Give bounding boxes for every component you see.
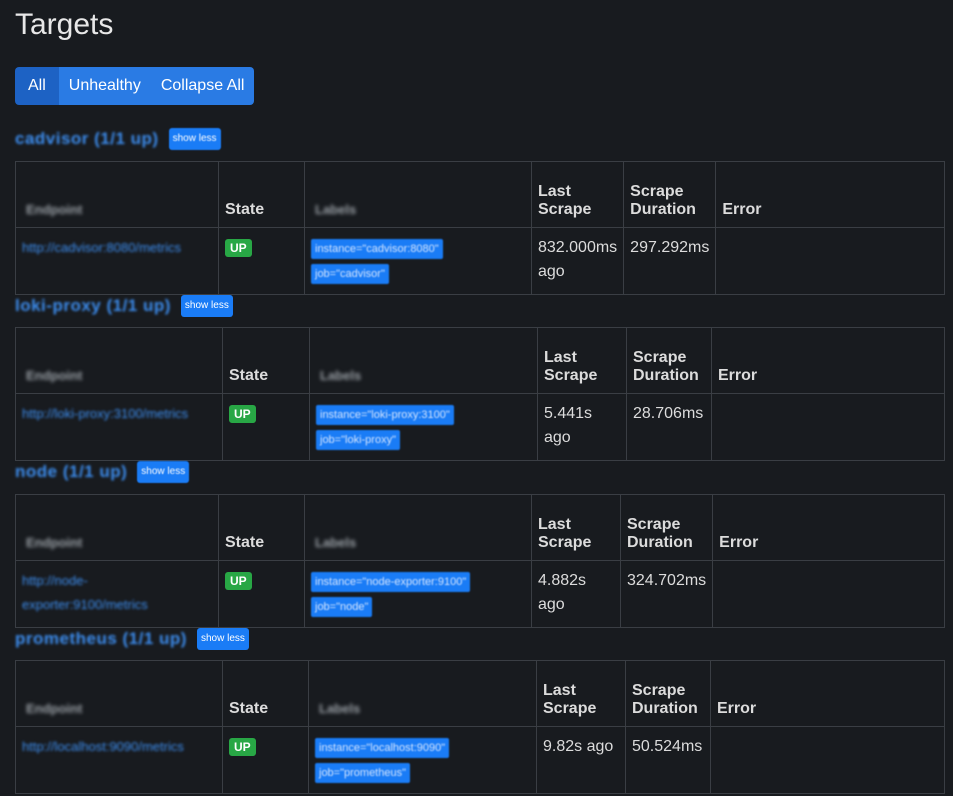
last-scrape-header: Last Scrape [530, 161, 625, 228]
state-header: State [218, 494, 305, 561]
endpoint-header: Endpoint [15, 494, 219, 561]
targets-table: Endpoint State Labels Last Scrape Scrape… [15, 161, 945, 295]
duration-header: Scrape Duration [625, 660, 711, 727]
pool-link[interactable]: node (1/1 up) [15, 462, 127, 482]
endpoint-cell: http://localhost:9090/metrics [15, 726, 223, 794]
page-title: Targets [15, 8, 114, 41]
labels-cell: instance="node-exporter:9100" job="node" [304, 560, 532, 628]
pool-header-node: node (1/1 up) show less [15, 461, 190, 483]
table-header-row: Endpoint State Labels Last Scrape Scrape… [15, 327, 945, 394]
endpoint-link[interactable]: http://localhost:9090/metrics [22, 739, 184, 754]
show-less-button[interactable]: show less [196, 628, 249, 650]
pool-link[interactable]: prometheus (1/1 up) [15, 629, 187, 649]
state-header: State [222, 660, 309, 727]
error-header: Error [715, 161, 945, 228]
duration-header: Scrape Duration [626, 327, 712, 394]
pool-link[interactable]: loki-proxy (1/1 up) [15, 296, 171, 316]
label-badge: job="node" [311, 597, 373, 617]
endpoint-header: Endpoint [15, 660, 223, 727]
endpoint-cell: http://cadvisor:8080/metrics [15, 227, 219, 295]
duration-cell: 28.706ms [626, 393, 712, 461]
table-header-row: Endpoint State Labels Last Scrape Scrape… [15, 660, 945, 727]
table-row: http://cadvisor:8080/metrics UP instance… [15, 227, 945, 295]
filter-unhealthy-button[interactable]: Unhealthy [58, 67, 151, 105]
show-less-button[interactable]: show less [180, 295, 233, 317]
label-badge: instance="loki-proxy:3100" [316, 405, 454, 425]
table-row: http://loki-proxy:3100/metrics UP instan… [15, 393, 945, 461]
error-header: Error [710, 660, 945, 727]
last-scrape-header: Last Scrape [531, 494, 621, 561]
label-badge: job="cadvisor" [311, 264, 389, 284]
duration-cell: 324.702ms [619, 560, 714, 628]
last-scrape-cell: 9.82s ago [536, 726, 626, 794]
last-scrape-header: Last Scrape [536, 660, 626, 727]
last-scrape-cell: 4.882s ago [531, 560, 621, 628]
labels-header: Labels [308, 660, 537, 727]
table-header-row: Endpoint State Labels Last Scrape Scrape… [15, 161, 945, 228]
state-cell: UP [218, 560, 305, 628]
last-scrape-cell: 832.000ms ago [530, 227, 625, 295]
error-cell [712, 560, 945, 628]
pool-header-loki-proxy: loki-proxy (1/1 up) show less [15, 295, 233, 317]
error-cell [715, 227, 945, 295]
labels-header: Labels [309, 327, 538, 394]
endpoint-link[interactable]: http://node-exporter:9100/metrics [22, 573, 148, 612]
labels-header: Labels [304, 494, 532, 561]
error-header: Error [712, 494, 945, 561]
status-badge: UP [229, 738, 256, 756]
state-header: State [222, 327, 310, 394]
error-cell [711, 393, 945, 461]
endpoint-header: Endpoint [15, 161, 219, 228]
endpoint-header: Endpoint [15, 327, 223, 394]
last-scrape-header: Last Scrape [537, 327, 627, 394]
state-header: State [218, 161, 305, 228]
filter-all-button[interactable]: All [15, 67, 59, 105]
status-badge: UP [229, 405, 256, 423]
targets-table: Endpoint State Labels Last Scrape Scrape… [15, 327, 945, 461]
show-less-button[interactable]: show less [137, 461, 190, 483]
labels-cell: instance="loki-proxy:3100" job="loki-pro… [309, 393, 538, 461]
table-row: http://node-exporter:9100/metrics UP ins… [15, 560, 945, 628]
duration-header: Scrape Duration [619, 494, 714, 561]
state-cell: UP [222, 393, 310, 461]
duration-cell: 297.292ms [623, 227, 717, 295]
endpoint-link[interactable]: http://cadvisor:8080/metrics [22, 240, 181, 255]
collapse-all-button[interactable]: Collapse All [150, 67, 255, 105]
endpoint-cell: http://node-exporter:9100/metrics [15, 560, 219, 628]
table-row: http://localhost:9090/metrics UP instanc… [15, 726, 945, 794]
pool-header-cadvisor: cadvisor (1/1 up) show less [15, 128, 221, 150]
state-cell: UP [218, 227, 305, 295]
label-badge: job="prometheus" [315, 763, 411, 783]
label-badge: instance="cadvisor:8080" [311, 239, 443, 259]
duration-cell: 50.524ms [625, 726, 711, 794]
last-scrape-cell: 5.441s ago [537, 393, 627, 461]
show-less-button[interactable]: show less [168, 128, 221, 150]
endpoint-cell: http://loki-proxy:3100/metrics [15, 393, 223, 461]
error-cell [710, 726, 945, 794]
label-badge: instance="localhost:9090" [315, 738, 450, 758]
endpoint-link[interactable]: http://loki-proxy:3100/metrics [22, 406, 188, 421]
targets-table: Endpoint State Labels Last Scrape Scrape… [15, 660, 945, 794]
duration-header: Scrape Duration [623, 161, 717, 228]
targets-table: Endpoint State Labels Last Scrape Scrape… [15, 494, 945, 628]
state-cell: UP [222, 726, 309, 794]
filter-button-group: All Unhealthy Collapse All [15, 67, 255, 105]
labels-cell: instance="cadvisor:8080" job="cadvisor" [304, 227, 532, 295]
table-header-row: Endpoint State Labels Last Scrape Scrape… [15, 494, 945, 561]
labels-header: Labels [304, 161, 532, 228]
pool-header-prometheus: prometheus (1/1 up) show less [15, 628, 249, 650]
labels-cell: instance="localhost:9090" job="prometheu… [308, 726, 537, 794]
status-badge: UP [225, 239, 252, 257]
label-badge: instance="node-exporter:9100" [311, 572, 471, 592]
label-badge: job="loki-proxy" [316, 430, 400, 450]
pool-link[interactable]: cadvisor (1/1 up) [15, 129, 159, 149]
status-badge: UP [225, 572, 252, 590]
error-header: Error [711, 327, 945, 394]
